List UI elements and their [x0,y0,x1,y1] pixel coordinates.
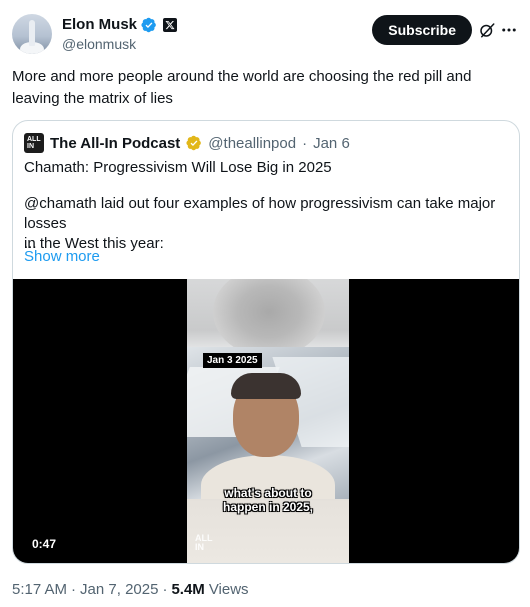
author-handle[interactable]: @elonmusk [62,36,177,52]
grok-icon[interactable] [478,21,496,39]
quoted-tweet-title: Chamath: Progressivism Will Lose Big in … [24,159,332,176]
more-icon[interactable] [500,21,518,39]
video-duration: 0:47 [32,537,57,551]
quoted-tweet-date[interactable]: Jan 6 [313,135,350,152]
blurred-background-figure [213,279,325,357]
allin-logo[interactable]: ALL IN [24,133,44,153]
tweet-time[interactable]: 5:17 AM [12,581,67,598]
video-date-tag: Jan 3 2025 [203,353,262,368]
author-avatar[interactable] [12,14,52,54]
verified-badge-icon [141,17,156,32]
x-logo-icon [163,17,178,32]
video-frame: Jan 3 2025 what's about to happen in 202… [187,279,349,563]
tweet-header: Elon Musk @elonmusk Subscribe [12,12,518,56]
tweet-text: More and more people around the world ar… [12,66,518,110]
video-caption: happen in 2025, [222,500,314,514]
speaker-hair [231,373,301,399]
quoted-author-name[interactable]: The All-In Podcast [50,135,180,152]
video-player[interactable]: Jan 3 2025 what's about to happen in 202… [13,279,519,563]
quoted-body-line: @chamath laid out four examples of how p… [24,195,496,232]
author-display-name[interactable]: Elon Musk [62,16,137,33]
quoted-author-handle[interactable]: @theallinpod [208,135,296,152]
meta-separator: · [302,134,308,152]
tweet-text-line: More and more people around the world ar… [12,68,472,85]
quoted-tweet-header: ALL IN The All-In Podcast @theallinpod ·… [24,133,350,153]
footer-separator: · [162,581,168,598]
allin-logo-text: IN [27,143,34,150]
views-label: Views [208,581,249,598]
tweet-text-line: leaving the matrix of lies [12,90,173,107]
allin-watermark: ALL IN [195,534,213,552]
video-inset-scene [187,347,349,499]
watermark-text: IN [195,542,204,552]
avatar-rocket [29,20,35,46]
video-caption: what's about to [224,486,312,500]
show-more-link[interactable]: Show more [24,248,100,265]
tweet-footer: 5:17 AM · Jan 7, 2025 · 5.4M Views [12,581,249,598]
author-name-row: Elon Musk [62,15,178,34]
footer-separator: · [71,581,77,598]
quoted-tweet[interactable]: ALL IN The All-In Podcast @theallinpod ·… [12,120,520,564]
gold-verified-badge-icon [186,135,202,151]
tweet-date[interactable]: Jan 7, 2025 [80,581,158,598]
views-count: 5.4M [171,581,205,598]
allin-logo-text: ALL [27,136,41,143]
author-info: Elon Musk @elonmusk [62,15,178,52]
subscribe-button[interactable]: Subscribe [372,15,472,45]
